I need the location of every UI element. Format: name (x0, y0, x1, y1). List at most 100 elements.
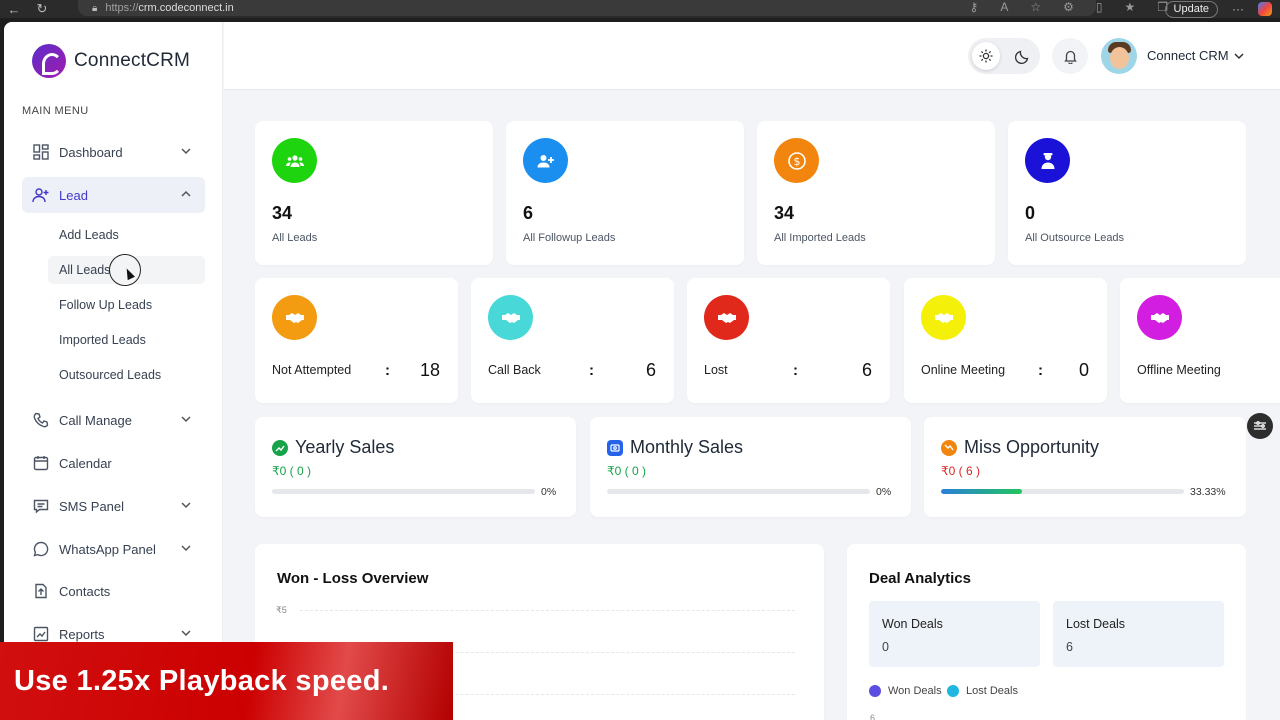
lock-icon: 🔒︎ (92, 2, 98, 14)
brand-name: ConnectCRM (74, 50, 191, 71)
legend-lost[interactable]: Lost Deals (947, 685, 1018, 697)
legend-dot-lost (947, 685, 959, 697)
panel-title: Won - Loss Overview (277, 570, 429, 587)
y-axis-tick: 6 (870, 713, 876, 720)
sales-title: Yearly Sales (272, 437, 394, 458)
sales-card-miss-opportunity[interactable]: Miss Opportunity ₹0 ( 6 ) 33.33% (924, 417, 1246, 517)
stat-value: 34 (272, 203, 293, 223)
chevron-up-icon (181, 190, 191, 197)
status-separator: : (793, 362, 798, 379)
chevron-down-icon (181, 545, 191, 552)
stat-card-all-leads[interactable]: 34 All Leads (255, 121, 493, 265)
extensions-icon[interactable]: ⚙ (1063, 0, 1074, 14)
sidebar: ConnectCRM MAIN MENU Dashboard Lead Add … (4, 22, 223, 720)
stat-label: All Followup Leads (523, 232, 616, 244)
stat-card-followup-leads[interactable]: 6 All Followup Leads (506, 121, 744, 265)
reload-icon[interactable]: ↻ (28, 1, 56, 17)
svg-text:$: $ (793, 155, 800, 168)
phone-icon (32, 411, 50, 429)
sidebar-item-contacts[interactable]: Contacts (22, 573, 205, 609)
back-icon[interactable]: ← (0, 2, 28, 17)
sidebar-subitem-follow-up-leads[interactable]: Follow Up Leads (48, 291, 205, 319)
stat-label: All Outsource Leads (1025, 232, 1125, 244)
contacts-icon (32, 582, 50, 600)
sidebar-subitem-outsourced-leads[interactable]: Outsourced Leads (48, 361, 205, 389)
stat-label: All Imported Leads (774, 232, 866, 244)
sidebar-item-whatsapp-panel[interactable]: WhatsApp Panel (22, 531, 205, 567)
update-button[interactable]: Update (1164, 0, 1218, 18)
sidebar-subitem-add-leads[interactable]: Add Leads (48, 221, 205, 249)
won-deals-value: 0 (882, 640, 889, 654)
sales-amount: ₹0 ( 0 ) (607, 464, 646, 478)
status-card-lost[interactable]: Lost : 6 (687, 278, 890, 403)
status-label: Call Back (488, 363, 541, 377)
browser-actions: Update ··· (1164, 0, 1280, 18)
status-label: Offline Meeting (1137, 363, 1221, 377)
copilot-icon[interactable] (1258, 2, 1272, 16)
split-screen-icon[interactable]: ▯ (1096, 0, 1103, 14)
brand[interactable]: ConnectCRM (32, 44, 190, 78)
sales-progress-bar (607, 489, 870, 494)
status-card-offline-meeting[interactable]: Offline Meeting (1120, 278, 1280, 403)
notification-bell-icon[interactable] (1052, 38, 1088, 74)
read-aloud-icon[interactable]: A (1000, 0, 1008, 14)
playback-speed-banner: Use 1.25x Playback speed. (0, 642, 453, 720)
sidebar-item-lead[interactable]: Lead (22, 177, 205, 213)
handshake-icon (1137, 295, 1182, 340)
sun-icon[interactable] (972, 42, 1000, 70)
chevron-down-icon[interactable] (1232, 49, 1246, 63)
avatar[interactable] (1101, 38, 1137, 74)
more-menu-icon[interactable]: ··· (1232, 2, 1244, 16)
status-card-call-back[interactable]: Call Back : 6 (471, 278, 674, 403)
sales-card-yearly[interactable]: Yearly Sales ₹0 ( 0 ) 0% (255, 417, 576, 517)
sidebar-item-calendar[interactable]: Calendar (22, 445, 205, 481)
user-name[interactable]: Connect CRM (1147, 48, 1229, 63)
lost-deals-box: Lost Deals 6 (1053, 601, 1224, 667)
status-card-not-attempted[interactable]: Not Attempted : 18 (255, 278, 458, 403)
stat-value: 34 (774, 203, 795, 223)
calendar-icon (32, 454, 50, 472)
won-deals-label: Won Deals (882, 617, 943, 631)
reports-icon (32, 625, 50, 643)
sidebar-item-label: Lead (59, 187, 88, 203)
sidebar-item-label: SMS Panel (59, 498, 125, 514)
sidebar-item-sms-panel[interactable]: SMS Panel (22, 488, 205, 524)
won-deals-box: Won Deals 0 (869, 601, 1040, 667)
sales-percent: 0% (876, 486, 892, 498)
sales-card-monthly[interactable]: Monthly Sales ₹0 ( 0 ) 0% (590, 417, 911, 517)
status-value: 18 (419, 360, 440, 380)
grid-line (300, 610, 795, 611)
trend-down-icon (941, 439, 957, 456)
handshake-icon (704, 295, 749, 340)
legend-won[interactable]: Won Deals (869, 685, 942, 697)
theme-toggle[interactable] (968, 38, 1040, 74)
calendar-money-icon (607, 439, 623, 456)
moon-icon[interactable] (1010, 44, 1034, 68)
sidebar-item-call-manage[interactable]: Call Manage (22, 402, 205, 438)
status-value: 6 (861, 360, 872, 380)
sales-percent: 0% (541, 486, 557, 498)
stat-card-outsource-leads[interactable]: 0 All Outsource Leads (1008, 121, 1246, 265)
favorites-icon[interactable]: ★ (1124, 0, 1135, 14)
stat-label: All Leads (272, 232, 318, 244)
sales-amount: ₹0 ( 0 ) (272, 464, 311, 478)
user-plus-icon (523, 138, 568, 183)
favorite-star-icon[interactable]: ☆ (1030, 0, 1041, 14)
stat-card-imported-leads[interactable]: $ 34 All Imported Leads (757, 121, 995, 265)
sales-amount: ₹0 ( 6 ) (941, 464, 980, 478)
sidebar-subitem-imported-leads[interactable]: Imported Leads (48, 326, 205, 354)
handshake-icon (488, 295, 533, 340)
status-card-online-meeting[interactable]: Online Meeting : 0 (904, 278, 1107, 403)
status-label: Online Meeting (921, 363, 1006, 377)
sidebar-item-label: Calendar (59, 455, 112, 471)
key-icon[interactable]: ⚷ (970, 0, 979, 14)
handshake-icon (272, 295, 317, 340)
settings-toggle-icon[interactable] (1247, 413, 1273, 439)
status-value: 6 (645, 360, 656, 380)
brand-logo-icon (32, 44, 66, 78)
status-separator: : (589, 362, 594, 379)
sidebar-item-dashboard[interactable]: Dashboard (22, 134, 205, 170)
chevron-down-icon (181, 630, 191, 637)
chevron-down-icon (181, 416, 191, 423)
address-bar[interactable]: 🔒︎ https://crm.codeconnect.in (78, 0, 1096, 16)
